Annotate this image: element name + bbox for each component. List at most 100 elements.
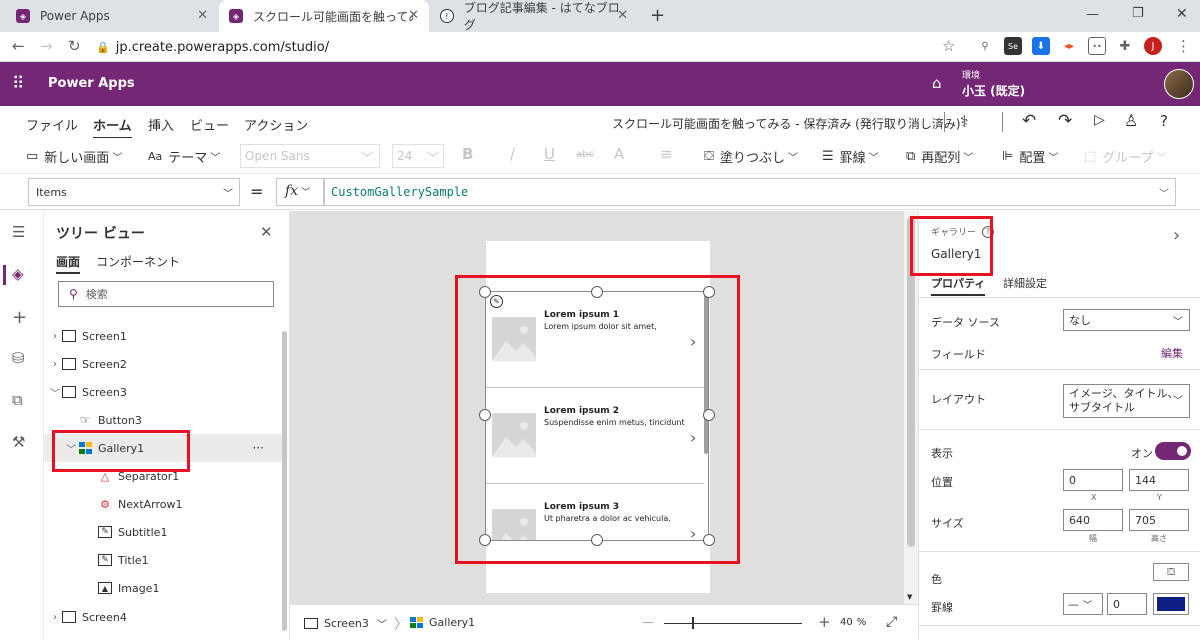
text-align-button[interactable]: ≡ (660, 145, 673, 163)
formula-input[interactable]: CustomGallerySample ﹀ (324, 178, 1176, 206)
border-color-picker[interactable] (1153, 593, 1189, 615)
breadcrumb-screen[interactable]: Screen3 ﹀ (304, 616, 387, 631)
tree-node-screen3[interactable]: ﹀ Screen3 (44, 378, 284, 406)
url-field[interactable]: 🔒 jp.create.powerapps.com/studio/ (96, 35, 976, 59)
position-x-input[interactable]: 0 (1063, 469, 1123, 491)
theme-button[interactable]: Aa テーマ ﹀ (148, 147, 220, 166)
advanced-tools-icon[interactable]: ⚒ (12, 433, 25, 451)
tab-components[interactable]: コンポーネント (96, 253, 180, 270)
zoom-slider-thumb[interactable] (692, 617, 694, 629)
underline-button[interactable]: U (544, 145, 555, 163)
zoom-slider-track[interactable] (664, 623, 802, 624)
chevron-right-icon[interactable]: › (1173, 225, 1180, 246)
tree-view-icon[interactable]: ◈ (12, 265, 24, 283)
tree-scrollbar[interactable] (282, 331, 287, 631)
share-user-icon[interactable]: ♙ (1124, 111, 1138, 130)
extension-chat-icon[interactable]: •• (1088, 37, 1106, 55)
fit-to-window-icon[interactable]: ⤢ (886, 614, 897, 630)
datasource-select[interactable]: なし ﹀ (1063, 309, 1190, 331)
close-tab-icon[interactable]: ✕ (197, 8, 208, 23)
profile-avatar[interactable]: J (1144, 37, 1162, 55)
icons-icon: ⚙ (100, 497, 110, 511)
height-input[interactable]: 705 (1129, 509, 1189, 531)
border-style-select[interactable]: — ﹀ (1063, 593, 1103, 615)
bold-button[interactable]: B (462, 145, 473, 163)
visible-toggle[interactable] (1155, 442, 1191, 460)
align-button[interactable]: ⊫ 配置 ﹀ (1002, 147, 1058, 166)
menu-action[interactable]: アクション (244, 115, 308, 134)
bookmark-star-icon[interactable]: ☆ (942, 37, 955, 55)
breadcrumb-gallery[interactable]: Gallery1 (410, 616, 475, 629)
property-select[interactable]: Items ﹀ (28, 178, 240, 206)
browser-tab-hatena[interactable]: ! ブログ記事編集 - はてなブログ ✕ (430, 0, 638, 32)
redo-icon[interactable]: ↷ (1058, 111, 1072, 131)
close-tab-icon[interactable]: ✕ (408, 8, 419, 23)
zoom-out-button[interactable]: — (642, 615, 654, 629)
app-checker-icon[interactable]: ⚕ (960, 112, 969, 131)
fields-edit-link[interactable]: 編集 (1161, 345, 1183, 361)
hamburger-icon[interactable]: ☰ (12, 223, 25, 241)
close-window-icon[interactable]: ✕ (1176, 6, 1188, 22)
fx-button[interactable]: fx ﹀ (276, 178, 324, 206)
browser-tab-power-apps[interactable]: ◈ Power Apps ✕ (6, 0, 218, 32)
data-icon[interactable]: ⛁ (12, 349, 25, 367)
more-options-icon[interactable]: ··· (253, 441, 264, 455)
extension-download-icon[interactable]: ⬇ (1032, 37, 1050, 55)
extension-link-icon[interactable]: ⚲ (976, 37, 994, 55)
back-icon[interactable]: ← (12, 37, 25, 55)
extension-se-icon[interactable]: Se (1004, 37, 1022, 55)
restore-icon[interactable]: ❐ (1132, 6, 1144, 21)
new-screen-label: 新しい画面 (44, 151, 110, 166)
tree-search-input[interactable]: ⚲ 検索 (58, 281, 274, 307)
tree-node-title1[interactable]: ✎ Title1 (44, 546, 284, 574)
minimize-icon[interactable]: — (1086, 7, 1099, 22)
menu-view[interactable]: ビュー (190, 115, 229, 134)
strikethrough-button[interactable]: abc (576, 149, 594, 160)
new-screen-button[interactable]: ▭ 新しい画面 ﹀ (26, 147, 122, 166)
reorder-button[interactable]: ⧉ 再配列 ﹀ (906, 147, 973, 166)
insert-plus-icon[interactable]: + (12, 307, 27, 328)
font-color-button[interactable]: A (614, 145, 624, 163)
layout-select[interactable]: イメージ、タイトル、 サブタイトル ﹀ (1063, 384, 1190, 418)
tab-advanced[interactable]: 詳細設定 (1003, 275, 1047, 291)
help-icon[interactable]: ? (1160, 112, 1168, 130)
border-button[interactable]: ☰ 罫線 ﹀ (822, 147, 879, 166)
fill-button[interactable]: ⛋ 塗りつぶし ﹀ (704, 147, 798, 166)
user-avatar[interactable] (1164, 69, 1194, 99)
menu-file[interactable]: ファイル (26, 115, 78, 134)
media-icon[interactable]: ⧉ (12, 391, 23, 409)
font-size-select[interactable]: 24 ﹀ (392, 144, 444, 168)
width-input[interactable]: 640 (1063, 509, 1123, 531)
browser-menu-icon[interactable]: ⋮ (1176, 37, 1191, 55)
border-width-input[interactable]: 0 (1107, 593, 1147, 615)
tree-node-image1[interactable]: ▲ Image1 (44, 574, 284, 602)
extension-share-icon[interactable]: ◂▸ (1060, 37, 1078, 55)
close-tab-icon[interactable]: ✕ (617, 8, 628, 23)
menu-insert[interactable]: 挿入 (148, 115, 174, 134)
tree-node-subtitle1[interactable]: ✎ Subtitle1 (44, 518, 284, 546)
tree-node-nextarrow1[interactable]: ⚙ NextArrow1 (44, 490, 284, 518)
font-select[interactable]: Open Sans ﹀ (240, 144, 380, 168)
close-panel-icon[interactable]: ✕ (260, 223, 273, 241)
italic-button[interactable]: / (510, 145, 515, 163)
fill-color-picker[interactable]: ⛋ (1153, 563, 1189, 581)
position-y-input[interactable]: 144 (1129, 469, 1189, 491)
scroll-down-icon[interactable]: ▼ (907, 593, 912, 601)
group-button[interactable]: ⬚ グループ ﹀ (1084, 147, 1167, 166)
tab-properties[interactable]: プロパティ (931, 275, 986, 296)
browser-tab-active[interactable]: ◈ スクロール可能画面を触ってみる - 保 ✕ (219, 0, 429, 32)
menu-home[interactable]: ホーム (93, 115, 132, 139)
app-launcher-icon[interactable]: ⠿ (12, 74, 24, 94)
tab-screens[interactable]: 画面 (56, 253, 81, 274)
extensions-puzzle-icon[interactable]: ✚ (1116, 37, 1134, 55)
env-value[interactable]: 小玉 (既定) (962, 82, 1025, 99)
reload-icon[interactable]: ↻ (68, 37, 81, 55)
zoom-in-button[interactable]: + (818, 613, 831, 631)
new-tab-icon[interactable]: + (650, 5, 665, 26)
preview-play-icon[interactable]: ▷ (1094, 112, 1105, 128)
forward-icon[interactable]: → (40, 37, 53, 55)
undo-icon[interactable]: ↶ (1022, 111, 1036, 131)
tree-node-screen1[interactable]: › Screen1 (44, 322, 284, 350)
tree-node-screen4[interactable]: › Screen4 (44, 603, 284, 631)
tree-node-screen2[interactable]: › Screen2 (44, 350, 284, 378)
